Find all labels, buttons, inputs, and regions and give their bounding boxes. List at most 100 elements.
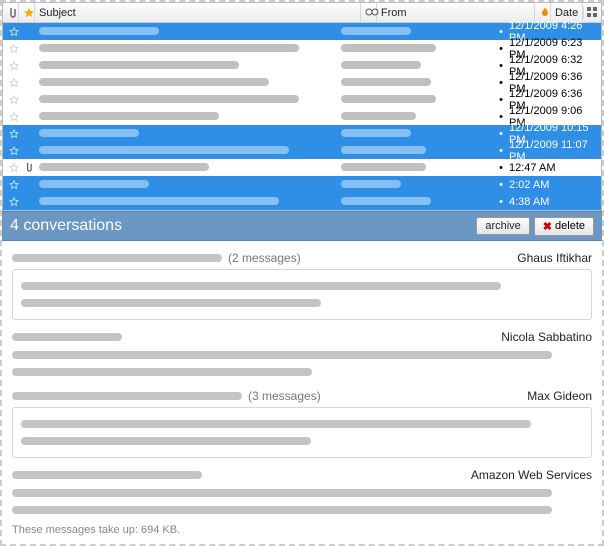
row-bullet: • [495, 60, 507, 72]
archive-button[interactable]: archive [476, 217, 529, 235]
archive-label: archive [485, 220, 520, 232]
conversation-header: (3 messages) Max Gideon [12, 389, 592, 403]
row-from [335, 26, 495, 38]
message-list-pane: Subject From Date [2, 2, 602, 211]
row-from [335, 145, 495, 157]
row-star-icon[interactable] [7, 95, 21, 105]
row-subject [35, 111, 335, 123]
row-subject [35, 145, 335, 157]
column-picker-icon [587, 7, 599, 19]
message-row[interactable]: •12:47 AM [3, 159, 601, 176]
row-from [335, 111, 495, 123]
conversation-line [12, 348, 592, 362]
conversation-line [12, 503, 592, 517]
col-from-label: From [381, 7, 407, 19]
flame-icon [539, 7, 549, 19]
col-subject-label: Subject [39, 7, 76, 19]
row-bullet: • [495, 94, 507, 106]
row-bullet: • [495, 162, 507, 174]
row-subject [35, 43, 335, 55]
conversation-header: (2 messages) Ghaus Iftikhar [12, 251, 592, 265]
row-from [335, 60, 495, 72]
message-row[interactable]: •2:02 AM [3, 176, 601, 193]
attachment-icon [7, 7, 17, 19]
conversation[interactable]: Nicola Sabbatino [12, 330, 592, 379]
col-date-label: Date [555, 7, 578, 19]
conversation-line [21, 279, 583, 293]
conversation-line [21, 434, 583, 448]
row-star-icon[interactable] [7, 129, 21, 139]
conversation-line [12, 486, 592, 500]
conversation-count: (3 messages) [248, 389, 321, 403]
row-star-icon[interactable] [7, 146, 21, 156]
app-root: Subject From Date [2, 2, 602, 544]
row-subject [35, 196, 335, 208]
col-read[interactable] [361, 3, 377, 22]
col-star[interactable] [19, 3, 35, 22]
col-subject[interactable]: Subject [35, 3, 361, 22]
glasses-icon [365, 7, 377, 19]
conversation-body [12, 486, 592, 518]
conversation-line [21, 417, 583, 431]
conversation-header: Nicola Sabbatino [12, 330, 592, 344]
row-star-icon[interactable] [7, 112, 21, 122]
row-subject [35, 179, 335, 191]
row-from [335, 94, 495, 106]
row-bullet: • [495, 26, 507, 38]
message-row[interactable]: •4:38 AM [3, 193, 601, 210]
row-bullet: • [495, 196, 507, 208]
conversation-sender: Ghaus Iftikhar [517, 251, 592, 265]
conversation-body [12, 407, 592, 458]
row-subject [35, 94, 335, 106]
row-from [335, 43, 495, 55]
conversation-line [12, 365, 592, 379]
row-date: 4:38 AM [507, 196, 597, 208]
row-date: 12/1/2009 11:07 PM [507, 139, 597, 163]
row-star-icon[interactable] [7, 61, 21, 71]
row-star-icon[interactable] [7, 44, 21, 54]
conversation[interactable]: (2 messages) Ghaus Iftikhar [12, 251, 592, 320]
row-star-icon[interactable] [7, 78, 21, 88]
delete-button[interactable]: ✖ delete [534, 217, 594, 236]
footer-size: These messages take up: 694 KB. [2, 518, 602, 544]
conversation-body [12, 269, 592, 320]
star-icon [23, 7, 35, 19]
row-from [335, 77, 495, 89]
conversation-header: Amazon Web Services [12, 468, 592, 482]
conversation-sender: Max Gideon [527, 389, 592, 403]
row-subject [35, 77, 335, 89]
conversation-sender: Amazon Web Services [471, 468, 592, 482]
message-row[interactable]: •12/1/2009 11:07 PM [3, 142, 601, 159]
conversation[interactable]: Amazon Web Services [12, 468, 592, 518]
conversation-count: (2 messages) [228, 251, 301, 265]
row-attachment-icon [21, 162, 35, 173]
conversation-line [21, 296, 583, 310]
row-bullet: • [495, 43, 507, 55]
conversations-bar: 4 conversations archive ✖ delete [2, 211, 602, 241]
row-star-icon[interactable] [7, 163, 21, 173]
row-bullet: • [495, 179, 507, 191]
conversation-sender: Nicola Sabbatino [501, 330, 592, 344]
delete-x-icon: ✖ [543, 220, 552, 233]
row-subject [35, 162, 335, 174]
row-date: 2:02 AM [507, 179, 597, 191]
message-rows: •12/1/2009 4:26 PM•12/1/2009 6:23 PM•12/… [3, 23, 601, 210]
conversation-body [12, 348, 592, 379]
row-date: 12:47 AM [507, 162, 597, 174]
conversation[interactable]: (3 messages) Max Gideon [12, 389, 592, 458]
row-star-icon[interactable] [7, 180, 21, 190]
row-bullet: • [495, 145, 507, 157]
row-star-icon[interactable] [7, 197, 21, 207]
row-bullet: • [495, 128, 507, 140]
row-from [335, 196, 495, 208]
row-star-icon[interactable] [7, 27, 21, 37]
row-from [335, 162, 495, 174]
row-from [335, 179, 495, 191]
conversations-title: 4 conversations [10, 217, 122, 235]
row-bullet: • [495, 111, 507, 123]
row-subject [35, 60, 335, 72]
conversations-body: (2 messages) Ghaus Iftikhar Nicola Sabbati… [2, 241, 602, 518]
row-subject [35, 128, 335, 140]
col-attachment[interactable] [3, 3, 19, 22]
column-picker[interactable] [583, 7, 601, 19]
